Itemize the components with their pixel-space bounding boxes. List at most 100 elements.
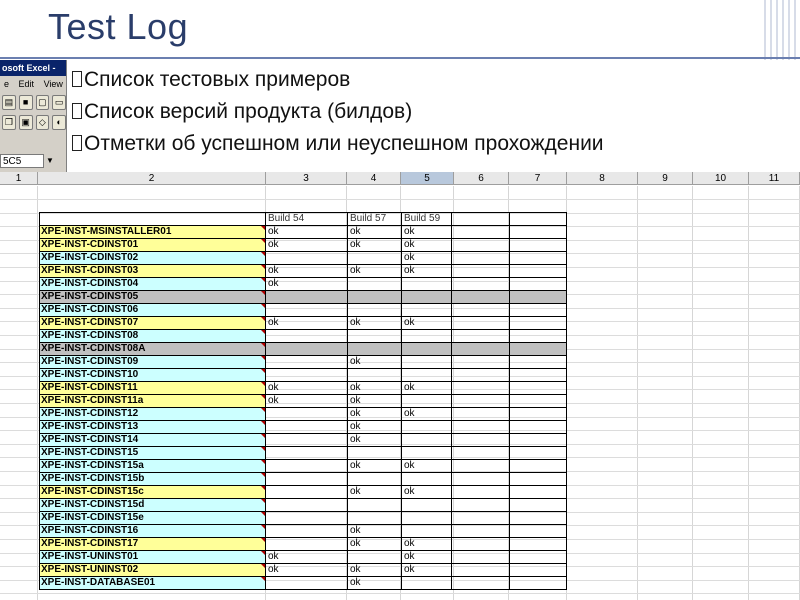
- test-case-name[interactable]: XPE-INST-CDINST15e: [39, 511, 266, 525]
- result-cell-build-54[interactable]: [265, 407, 348, 421]
- result-cell-build-59[interactable]: ok: [401, 550, 452, 564]
- result-cell-build-54[interactable]: ok: [265, 264, 348, 278]
- result-cell-build-54[interactable]: ok: [265, 563, 348, 577]
- header-cell[interactable]: [39, 212, 266, 226]
- empty-cell[interactable]: [509, 251, 567, 265]
- result-cell-build-59[interactable]: [401, 498, 452, 512]
- result-cell-build-59[interactable]: [401, 433, 452, 447]
- result-cell-build-57[interactable]: [347, 251, 402, 265]
- empty-cell[interactable]: [451, 472, 510, 486]
- test-case-name[interactable]: XPE-INST-CDINST06: [39, 303, 266, 317]
- test-case-name[interactable]: XPE-INST-DATABASE01: [39, 576, 266, 590]
- header-cell[interactable]: Build 57: [347, 212, 402, 226]
- result-cell-build-59[interactable]: ok: [401, 225, 452, 239]
- result-cell-build-59[interactable]: ok: [401, 264, 452, 278]
- save-icon[interactable]: ■: [18, 94, 33, 110]
- result-cell-build-54[interactable]: [265, 459, 348, 473]
- empty-cell[interactable]: [509, 238, 567, 252]
- result-cell-build-57[interactable]: [347, 342, 402, 356]
- test-case-name[interactable]: XPE-INST-CDINST13: [39, 420, 266, 434]
- print-preview-icon[interactable]: ▢: [35, 94, 50, 110]
- result-cell-build-57[interactable]: [347, 277, 402, 291]
- result-cell-build-54[interactable]: ok: [265, 381, 348, 395]
- result-cell-build-54[interactable]: [265, 446, 348, 460]
- result-cell-build-57[interactable]: [347, 498, 402, 512]
- empty-cell[interactable]: [451, 537, 510, 551]
- result-cell-build-59[interactable]: [401, 329, 452, 343]
- empty-cell[interactable]: [509, 368, 567, 382]
- empty-cell[interactable]: [451, 381, 510, 395]
- result-cell-build-59[interactable]: ok: [401, 316, 452, 330]
- empty-cell[interactable]: [451, 238, 510, 252]
- empty-cell[interactable]: [451, 550, 510, 564]
- result-cell-build-57[interactable]: [347, 329, 402, 343]
- result-cell-build-54[interactable]: [265, 472, 348, 486]
- empty-cell[interactable]: [509, 537, 567, 551]
- empty-cell[interactable]: [509, 212, 567, 226]
- empty-cell[interactable]: [451, 329, 510, 343]
- test-case-name[interactable]: XPE-INST-UNINST01: [39, 550, 266, 564]
- test-case-name[interactable]: XPE-INST-CDINST11a: [39, 394, 266, 408]
- empty-cell[interactable]: [451, 316, 510, 330]
- empty-cell[interactable]: [509, 498, 567, 512]
- empty-cell[interactable]: [451, 264, 510, 278]
- result-cell-build-57[interactable]: ok: [347, 576, 402, 590]
- header-cell[interactable]: Build 54: [265, 212, 348, 226]
- result-cell-build-59[interactable]: [401, 368, 452, 382]
- test-case-name[interactable]: XPE-INST-CDINST15c: [39, 485, 266, 499]
- empty-cell[interactable]: [451, 225, 510, 239]
- result-cell-build-57[interactable]: ok: [347, 394, 402, 408]
- test-case-name[interactable]: XPE-INST-CDINST15a: [39, 459, 266, 473]
- column-header-2[interactable]: 2: [38, 172, 266, 185]
- result-cell-build-59[interactable]: ok: [401, 563, 452, 577]
- copy-icon[interactable]: ❐: [2, 114, 16, 130]
- result-cell-build-57[interactable]: [347, 550, 402, 564]
- test-case-name[interactable]: XPE-INST-CDINST05: [39, 290, 266, 304]
- empty-cell[interactable]: [509, 329, 567, 343]
- result-cell-build-54[interactable]: [265, 524, 348, 538]
- test-case-name[interactable]: XPE-INST-CDINST10: [39, 368, 266, 382]
- empty-cell[interactable]: [509, 446, 567, 460]
- empty-cell[interactable]: [509, 290, 567, 304]
- empty-cell[interactable]: [509, 355, 567, 369]
- result-cell-build-54[interactable]: [265, 511, 348, 525]
- result-cell-build-54[interactable]: ok: [265, 277, 348, 291]
- result-cell-build-57[interactable]: ok: [347, 485, 402, 499]
- result-cell-build-54[interactable]: ok: [265, 225, 348, 239]
- test-case-name[interactable]: XPE-INST-CDINST16: [39, 524, 266, 538]
- result-cell-build-57[interactable]: ok: [347, 563, 402, 577]
- column-header-9[interactable]: 9: [638, 172, 693, 185]
- empty-cell[interactable]: [509, 511, 567, 525]
- empty-cell[interactable]: [451, 303, 510, 317]
- empty-cell[interactable]: [509, 342, 567, 356]
- column-header-7[interactable]: 7: [509, 172, 567, 185]
- empty-cell[interactable]: [509, 524, 567, 538]
- test-case-name[interactable]: XPE-INST-CDINST01: [39, 238, 266, 252]
- test-case-name[interactable]: XPE-INST-CDINST08A: [39, 342, 266, 356]
- empty-cell[interactable]: [509, 420, 567, 434]
- empty-cell[interactable]: [509, 407, 567, 421]
- result-cell-build-59[interactable]: [401, 290, 452, 304]
- open-icon[interactable]: ▤: [2, 94, 16, 110]
- test-case-name[interactable]: XPE-INST-CDINST17: [39, 537, 266, 551]
- empty-cell[interactable]: [509, 277, 567, 291]
- result-cell-build-59[interactable]: ok: [401, 459, 452, 473]
- empty-cell[interactable]: [509, 394, 567, 408]
- result-cell-build-54[interactable]: ok: [265, 394, 348, 408]
- empty-cell[interactable]: [451, 277, 510, 291]
- result-cell-build-57[interactable]: [347, 303, 402, 317]
- empty-cell[interactable]: [509, 485, 567, 499]
- empty-cell[interactable]: [509, 381, 567, 395]
- empty-cell[interactable]: [451, 368, 510, 382]
- empty-cell[interactable]: [451, 563, 510, 577]
- result-cell-build-54[interactable]: [265, 368, 348, 382]
- name-box[interactable]: 5C5: [0, 154, 44, 168]
- result-cell-build-59[interactable]: [401, 420, 452, 434]
- result-cell-build-54[interactable]: [265, 498, 348, 512]
- result-cell-build-59[interactable]: [401, 303, 452, 317]
- result-cell-build-59[interactable]: [401, 394, 452, 408]
- test-case-name[interactable]: XPE-INST-CDINST07: [39, 316, 266, 330]
- result-cell-build-59[interactable]: ok: [401, 407, 452, 421]
- result-cell-build-59[interactable]: [401, 576, 452, 590]
- test-case-name[interactable]: XPE-INST-CDINST12: [39, 407, 266, 421]
